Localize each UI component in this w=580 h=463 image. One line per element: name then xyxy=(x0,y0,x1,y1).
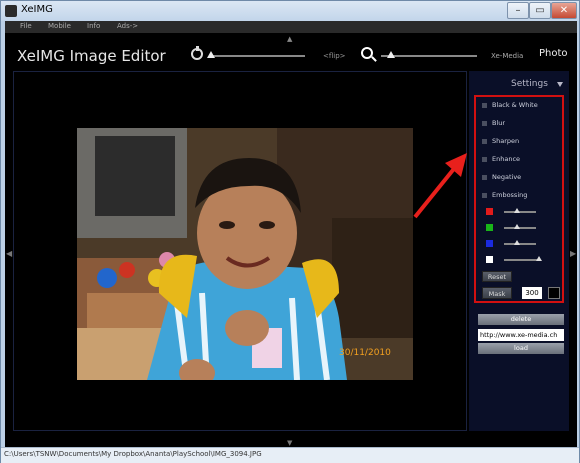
settings-panel: Settings Black & White Blur Sharpen Enha… xyxy=(469,71,569,431)
menu-ads[interactable]: Ads-> xyxy=(117,22,138,30)
menu-bar: File Mobile Info Ads-> xyxy=(5,21,577,33)
menu-info[interactable]: Info xyxy=(87,22,100,30)
red-swatch xyxy=(486,208,493,215)
file-path: C:\Users\TSNW\Documents\My Dropbox\Anant… xyxy=(4,450,262,458)
blue-slider[interactable] xyxy=(504,243,536,245)
minimize-button[interactable]: – xyxy=(507,2,529,19)
menu-file[interactable]: File xyxy=(20,22,32,30)
embossing-label: Embossing xyxy=(492,191,528,199)
status-bar: C:\Users\TSNW\Documents\My Dropbox\Anant… xyxy=(1,447,579,463)
settings-options-box: Black & White Blur Sharpen Enhance Negat… xyxy=(474,95,564,303)
negative-checkbox[interactable] xyxy=(482,175,487,180)
reset-button[interactable]: Reset xyxy=(482,271,512,282)
settings-label[interactable]: Settings xyxy=(511,79,548,89)
zoom-slider[interactable] xyxy=(381,55,477,57)
photo-date-stamp: 30/11/2010 xyxy=(339,348,391,358)
red-slider-thumb[interactable] xyxy=(514,208,520,213)
mask-button[interactable]: Mask xyxy=(482,287,512,299)
black-white-checkbox[interactable] xyxy=(482,103,487,108)
right-arrow-icon[interactable]: ▶ xyxy=(570,249,576,258)
collapse-top-arrow-icon[interactable]: ▲ xyxy=(287,35,292,43)
window-title: XeIMG xyxy=(21,4,53,15)
blue-slider-thumb[interactable] xyxy=(514,240,520,245)
app-name: XeIMG Image Editor xyxy=(17,47,166,65)
edited-photo: 30/11/2010 xyxy=(77,128,413,380)
url-input[interactable]: http://www.xe-media.ch xyxy=(478,329,564,341)
settings-dropdown-icon[interactable] xyxy=(557,82,563,87)
sharpen-checkbox[interactable] xyxy=(482,139,487,144)
app-icon xyxy=(5,5,17,17)
green-slider[interactable] xyxy=(504,227,536,229)
green-slider-thumb[interactable] xyxy=(514,224,520,229)
mask-value-input[interactable]: 300 xyxy=(522,287,542,299)
negative-label: Negative xyxy=(492,173,522,181)
mask-color-picker[interactable] xyxy=(548,287,560,299)
collapse-bottom-arrow-icon[interactable]: ▼ xyxy=(287,439,292,447)
rotate-icon[interactable] xyxy=(191,46,203,60)
rotate-slider[interactable] xyxy=(209,55,305,57)
enhance-label: Enhance xyxy=(492,155,521,163)
white-swatch xyxy=(486,256,493,263)
white-slider-thumb[interactable] xyxy=(536,256,542,261)
annotation-arrow-icon xyxy=(413,153,467,219)
photo-image xyxy=(77,128,413,380)
blue-swatch xyxy=(486,240,493,247)
editor-area: File Mobile Info Ads-> ▲ XeIMG Image Edi… xyxy=(5,21,577,447)
close-button[interactable]: ✕ xyxy=(551,2,577,19)
red-slider[interactable] xyxy=(504,211,536,213)
black-white-label: Black & White xyxy=(492,101,538,109)
flip-button[interactable]: <flip> xyxy=(323,52,346,60)
photo-label: Photo xyxy=(539,48,568,59)
white-slider[interactable] xyxy=(504,259,540,261)
load-button[interactable]: load xyxy=(478,343,564,354)
blur-label: Blur xyxy=(492,119,506,127)
delete-button[interactable]: delete xyxy=(478,314,564,325)
menu-mobile[interactable]: Mobile xyxy=(48,22,71,30)
rotate-slider-thumb[interactable] xyxy=(207,51,215,58)
blur-checkbox[interactable] xyxy=(482,121,487,126)
left-arrow-icon[interactable]: ◀ xyxy=(6,249,12,258)
green-swatch xyxy=(486,224,493,231)
app-window: XeIMG – ▭ ✕ File Mobile Info Ads-> ▲ XeI… xyxy=(0,0,580,463)
sharpen-label: Sharpen xyxy=(492,137,520,145)
image-canvas[interactable]: 30/11/2010 xyxy=(13,71,467,431)
maximize-button[interactable]: ▭ xyxy=(529,2,551,19)
xemedia-link[interactable]: Xe-Media xyxy=(491,52,523,60)
embossing-checkbox[interactable] xyxy=(482,193,487,198)
enhance-checkbox[interactable] xyxy=(482,157,487,162)
title-bar: XeIMG – ▭ ✕ xyxy=(1,1,579,21)
zoom-icon xyxy=(361,47,373,59)
zoom-slider-thumb[interactable] xyxy=(387,51,395,58)
